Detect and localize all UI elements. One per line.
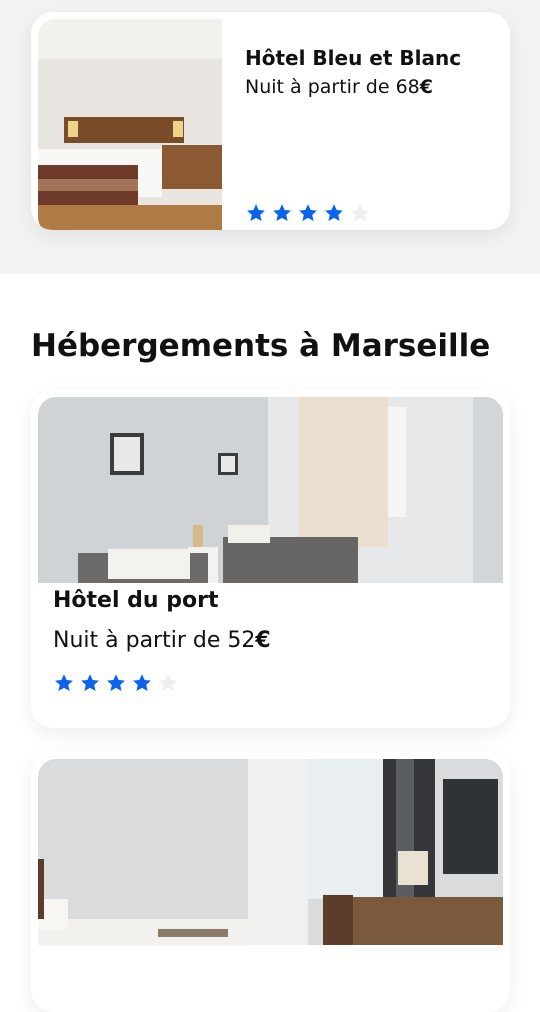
star-filled-icon xyxy=(105,672,127,694)
hotel-price: Nuit à partir de 52€ xyxy=(53,628,271,653)
currency-symbol: € xyxy=(419,76,434,98)
star-filled-icon xyxy=(271,202,293,224)
star-filled-icon xyxy=(245,202,267,224)
hotel-photo xyxy=(38,759,503,945)
price-label: Nuit à partir de 52 xyxy=(53,628,256,653)
star-filled-icon xyxy=(297,202,319,224)
hotel-price: Nuit à partir de 68€ xyxy=(245,76,433,98)
star-rating xyxy=(53,672,179,694)
price-label: Nuit à partir de 68 xyxy=(245,76,420,98)
star-filled-icon xyxy=(79,672,101,694)
featured-hotel-card[interactable]: Hôtel Bleu et Blanc Nuit à partir de 68€ xyxy=(31,12,510,230)
star-empty-icon xyxy=(349,202,371,224)
star-filled-icon xyxy=(53,672,75,694)
hotel-card[interactable] xyxy=(31,752,510,1012)
currency-symbol: € xyxy=(255,628,271,653)
hotel-name: Hôtel Bleu et Blanc xyxy=(245,46,462,70)
star-filled-icon xyxy=(131,672,153,694)
section-title: Hébergements à Marseille xyxy=(31,328,491,364)
star-filled-icon xyxy=(323,202,345,224)
hotel-card[interactable]: Hôtel du port Nuit à partir de 52€ xyxy=(31,390,510,728)
hotel-name: Hôtel du port xyxy=(53,588,219,613)
star-empty-icon xyxy=(157,672,179,694)
hotel-photo xyxy=(38,397,503,583)
star-rating xyxy=(245,202,371,224)
hotel-photo xyxy=(38,19,222,230)
